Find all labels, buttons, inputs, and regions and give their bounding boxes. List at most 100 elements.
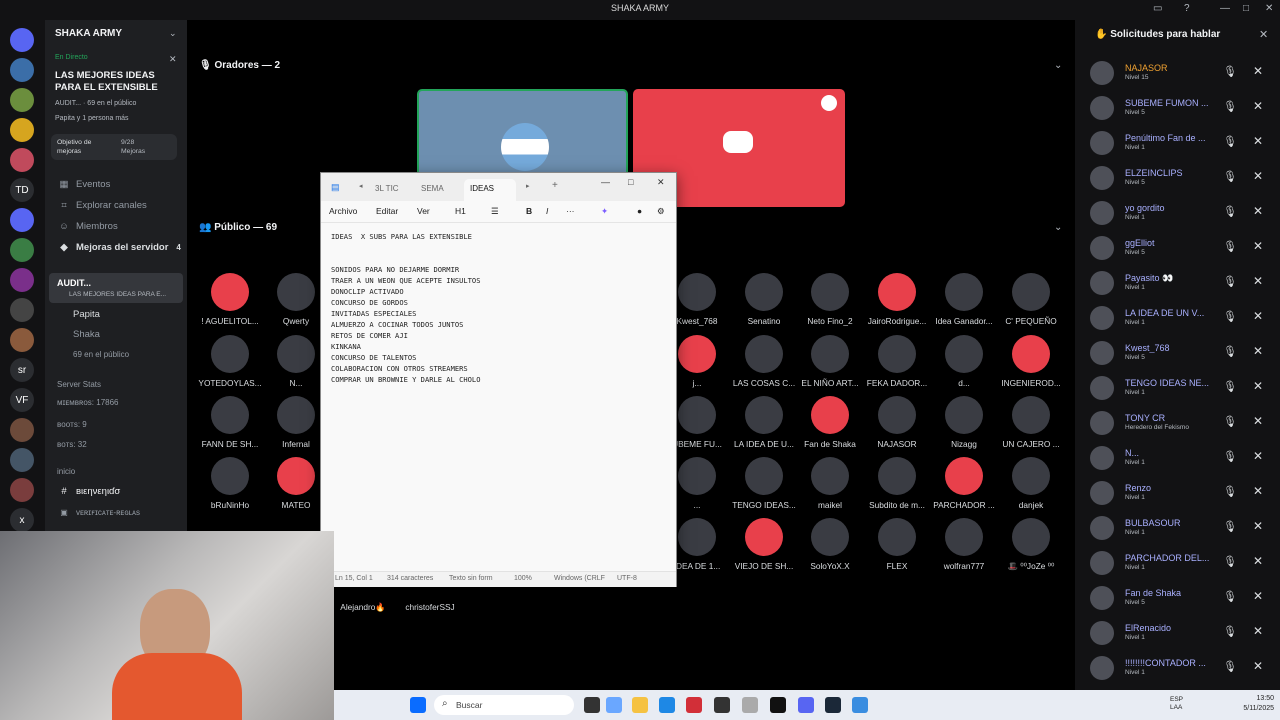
file-explorer-icon[interactable] [632,697,648,713]
dismiss-request-icon[interactable]: ✕ [1253,554,1263,568]
audience-member-name[interactable]: Subdito de m... [864,500,930,510]
invite-to-speak-icon[interactable]: 🎙 [1223,310,1237,323]
invite-to-speak-icon[interactable]: 🎙 [1223,170,1237,183]
dismiss-request-icon[interactable]: ✕ [1253,64,1263,78]
audience-member-name[interactable]: maikel [797,500,863,510]
audience-member-name[interactable]: PARCHADOR ... [931,500,997,510]
audience-member-name[interactable]: bRuNinHo [197,500,263,510]
audience-avatar[interactable] [945,396,983,434]
status-eol[interactable]: Windows (CRLF [554,575,605,582]
minimize-button[interactable]: — [1220,3,1230,14]
avatar[interactable] [1090,411,1114,435]
dismiss-request-icon[interactable]: ✕ [1253,449,1263,463]
audience-member-name[interactable]: Fan de Shaka [797,439,863,449]
clock-time[interactable]: 13:50 [1234,695,1274,702]
audience-member-name[interactable]: NAJASOR [864,439,930,449]
avatar[interactable] [1090,551,1114,575]
requester-name[interactable]: NAJASOR [1125,63,1225,73]
close-icon[interactable]: ✕ [1259,28,1268,41]
nav-members[interactable]: ☺ Miembros [45,216,187,236]
dismiss-request-icon[interactable]: ✕ [1253,624,1263,638]
edge-icon[interactable] [659,697,675,713]
requester-name[interactable]: N... [1125,448,1225,458]
requester-name[interactable]: !!!!!!!!CONTADOR ... [1125,658,1225,668]
dismiss-request-icon[interactable]: ✕ [1253,274,1263,288]
audience-avatar[interactable] [945,335,983,373]
invite-to-speak-icon[interactable]: 🎙 [1223,415,1237,428]
requester-name[interactable]: ggElliot [1125,238,1225,248]
audience-member-name[interactable]: TENGO IDEAS... [731,500,797,510]
italic-icon[interactable]: I [546,206,548,216]
boost-goal[interactable]: Objetivo de mejoras 9/28 Mejoras [51,134,177,160]
audience-avatar[interactable] [878,273,916,311]
speak-request-row[interactable]: TENGO IDEAS NE... Nivel 1 🎙 ✕ [1075,373,1280,408]
server-icon[interactable] [10,118,34,142]
clock-date[interactable]: 5/11/2025 [1230,705,1274,712]
close-icon[interactable]: ✕ [169,54,177,65]
stat-members[interactable]: ᴍɪᴇᴍʙʀᴏs: 17866 [45,392,187,412]
audience-member-name[interactable]: Senatino [731,316,797,326]
invite-to-speak-icon[interactable]: 🎙 [1223,100,1237,113]
audience-avatar[interactable] [878,396,916,434]
list-icon[interactable]: ☰ [491,206,499,217]
audience-avatar[interactable] [878,457,916,495]
nav-browse-channels[interactable]: ⌗ Explorar canales [45,195,187,215]
avatar[interactable] [1090,306,1114,330]
dismiss-request-icon[interactable]: ✕ [1253,344,1263,358]
invite-to-speak-icon[interactable]: 🎙 [1223,660,1237,673]
audience-avatar[interactable] [945,273,983,311]
audience-avatar[interactable] [1012,396,1050,434]
audience-avatar[interactable] [277,335,315,373]
avatar[interactable] [1090,166,1114,190]
task-view-icon[interactable] [584,697,600,713]
dismiss-request-icon[interactable]: ✕ [1253,239,1263,253]
copilot-icon[interactable]: ✦ [601,206,608,217]
audience-member-name[interactable]: INGENIEROD... [998,378,1064,388]
audience-avatar[interactable] [277,457,315,495]
audience-member-name[interactable]: JairoRodrigue... [864,316,930,326]
audience-avatar[interactable] [277,396,315,434]
notepad-window[interactable]: ▤ ◂ 3L TIC SEMA IDEAS ▸ + — □ ✕ Archivo … [320,172,677,587]
server-icon[interactable] [10,418,34,442]
requester-name[interactable]: Kwest_768 [1125,343,1225,353]
server-icon[interactable] [10,58,34,82]
audience-member-name[interactable]: UN CAJERO ... [998,439,1064,449]
dismiss-request-icon[interactable]: ✕ [1253,414,1263,428]
tab-ideas[interactable]: IDEAS [464,179,516,201]
server-icon[interactable]: TD [10,178,34,202]
audience-avatar[interactable] [878,335,916,373]
stat-bots[interactable]: ʙᴏᴛs: 32 [45,434,187,454]
dismiss-request-icon[interactable]: ✕ [1253,589,1263,603]
speak-request-row[interactable]: ELZEINCLIPS Nivel 5 🎙 ✕ [1075,163,1280,198]
speak-request-row[interactable]: BULBASOUR Nivel 1 🎙 ✕ [1075,513,1280,548]
requester-name[interactable]: TONY CR [1125,413,1225,423]
minimize-button[interactable]: — [601,177,610,187]
tab-scroll-left-icon[interactable]: ◂ [359,182,363,190]
server-icon[interactable] [10,268,34,292]
tab-scroll-right-icon[interactable]: ▸ [526,182,530,190]
requester-name[interactable]: SUBEME FUMON ... [1125,98,1225,108]
dismiss-request-icon[interactable]: ✕ [1253,169,1263,183]
audience-avatar[interactable] [811,335,849,373]
requester-name[interactable]: LA IDEA DE UN V... [1125,308,1225,318]
audience-avatar[interactable] [211,457,249,495]
avatar[interactable] [1090,621,1114,645]
speak-request-row[interactable]: N... Nivel 1 🎙 ✕ [1075,443,1280,478]
audience-member-name[interactable]: wolfran777 [931,561,997,571]
requester-name[interactable]: Penúltimo Fan de ... [1125,133,1225,143]
audience-avatar[interactable] [878,518,916,556]
audience-member-name[interactable]: Nizagg [931,439,997,449]
maximize-button[interactable]: □ [1243,3,1249,14]
audience-avatar[interactable] [1012,335,1050,373]
server-icon[interactable] [10,88,34,112]
audience-avatar[interactable] [745,273,783,311]
speak-request-row[interactable]: Kwest_768 Nivel 5 🎙 ✕ [1075,338,1280,373]
avatar[interactable] [1090,96,1114,120]
speak-request-row[interactable]: ElRenacido Nivel 1 🎙 ✕ [1075,618,1280,653]
server-icon[interactable]: x [10,508,34,532]
menu-editar[interactable]: Editar [376,206,398,216]
server-icon[interactable]: VF [10,388,34,412]
server-icon[interactable] [10,328,34,352]
speak-request-row[interactable]: LA IDEA DE UN V... Nivel 1 🎙 ✕ [1075,303,1280,338]
requester-name[interactable]: yo gordito [1125,203,1225,213]
